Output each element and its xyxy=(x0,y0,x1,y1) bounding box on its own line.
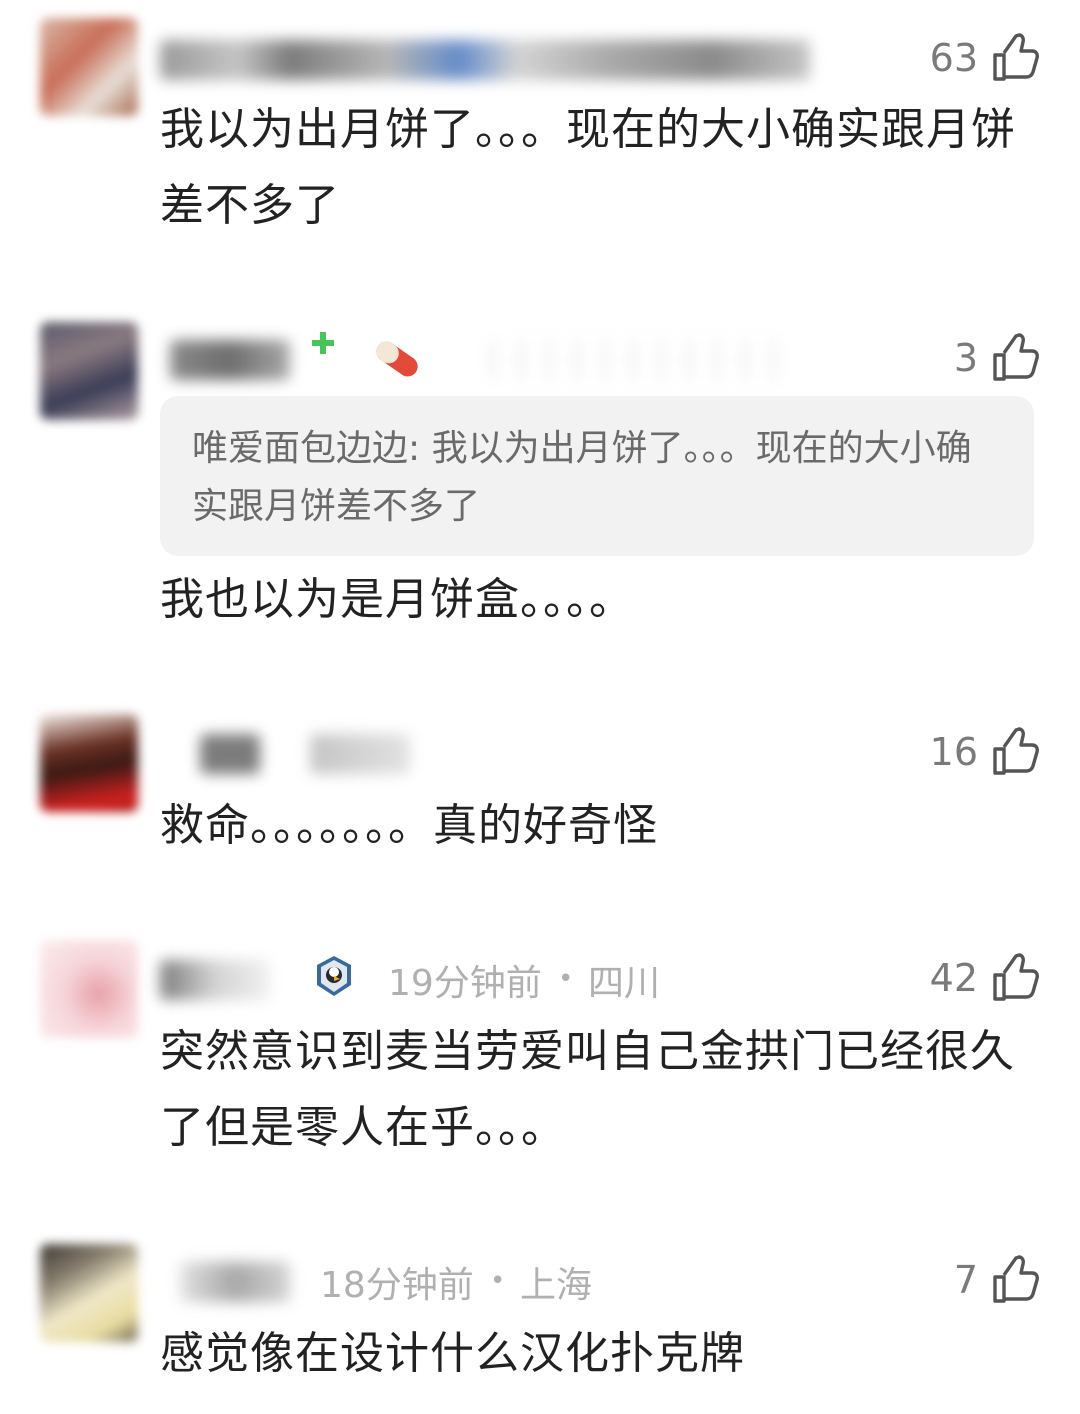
meta-dot: • xyxy=(490,1266,506,1296)
avatar[interactable] xyxy=(40,714,138,812)
thumbs-up-icon xyxy=(992,953,1040,1003)
username[interactable] xyxy=(160,40,810,80)
timestamp: 18分钟前 xyxy=(320,1265,474,1306)
comment-text: 我也以为是月饼盒。。。。 xyxy=(160,574,634,625)
like-count: 3 xyxy=(953,336,978,380)
location: 上海 xyxy=(520,1265,593,1306)
quoted-reply[interactable]: 唯爱面包边边: 我以为出月饼了。。。现在的大小确实跟月饼差不多了 xyxy=(160,396,1034,556)
username-suffix xyxy=(310,734,410,774)
like-count: 63 xyxy=(929,36,978,80)
like-count: 7 xyxy=(953,1258,978,1302)
username[interactable] xyxy=(180,1262,290,1302)
username[interactable] xyxy=(160,960,270,1000)
like-count: 16 xyxy=(929,730,978,774)
meta-dot: • xyxy=(558,964,574,994)
comment-header: 19分钟前 • 四川 42 xyxy=(160,948,1040,1008)
thumbs-up-icon xyxy=(992,33,1040,83)
quote-separator: : xyxy=(408,428,432,469)
comment-text: 感觉像在设计什么汉化扑克牌 xyxy=(160,1328,745,1379)
avatar[interactable] xyxy=(40,18,138,116)
username[interactable] xyxy=(200,734,260,774)
like-button[interactable]: 3 xyxy=(954,328,1040,388)
comment-header: 3 xyxy=(160,328,1040,388)
thumbs-up-icon xyxy=(992,333,1040,383)
thumbs-up-icon xyxy=(992,1255,1040,1305)
thumbs-up-icon xyxy=(992,727,1040,777)
like-count: 42 xyxy=(929,956,978,1000)
eagle-badge-icon xyxy=(314,954,354,1002)
comment-text: 我以为出月饼了。。。现在的大小确实跟月饼差不多了 xyxy=(160,104,1016,231)
username-suffix xyxy=(490,340,790,380)
comment-text: 突然意识到麦当劳爱叫自己金拱门已经很久了但是零人在乎。。。 xyxy=(160,1026,1015,1153)
comment-header: 16 xyxy=(160,722,1040,782)
pill-badge-icon xyxy=(372,336,422,386)
like-button[interactable]: 63 xyxy=(930,28,1040,88)
avatar[interactable] xyxy=(40,322,138,420)
avatar[interactable] xyxy=(40,1244,138,1342)
comment-header: 63 xyxy=(160,28,1040,88)
username[interactable] xyxy=(170,340,290,380)
like-button[interactable]: 42 xyxy=(930,948,1040,1008)
quote-author[interactable]: 唯爱面包边边 xyxy=(192,428,408,469)
timestamp: 19分钟前 xyxy=(388,963,542,1004)
comment-text: 救命。。。。。。。真的好奇怪 xyxy=(160,800,658,851)
avatar[interactable] xyxy=(40,940,138,1038)
like-button[interactable]: 7 xyxy=(954,1250,1040,1310)
green-plus-icon xyxy=(310,330,336,360)
comment-header: 18分钟前 • 上海 7 xyxy=(160,1250,1040,1310)
like-button[interactable]: 16 xyxy=(930,722,1040,782)
location: 四川 xyxy=(588,963,661,1004)
